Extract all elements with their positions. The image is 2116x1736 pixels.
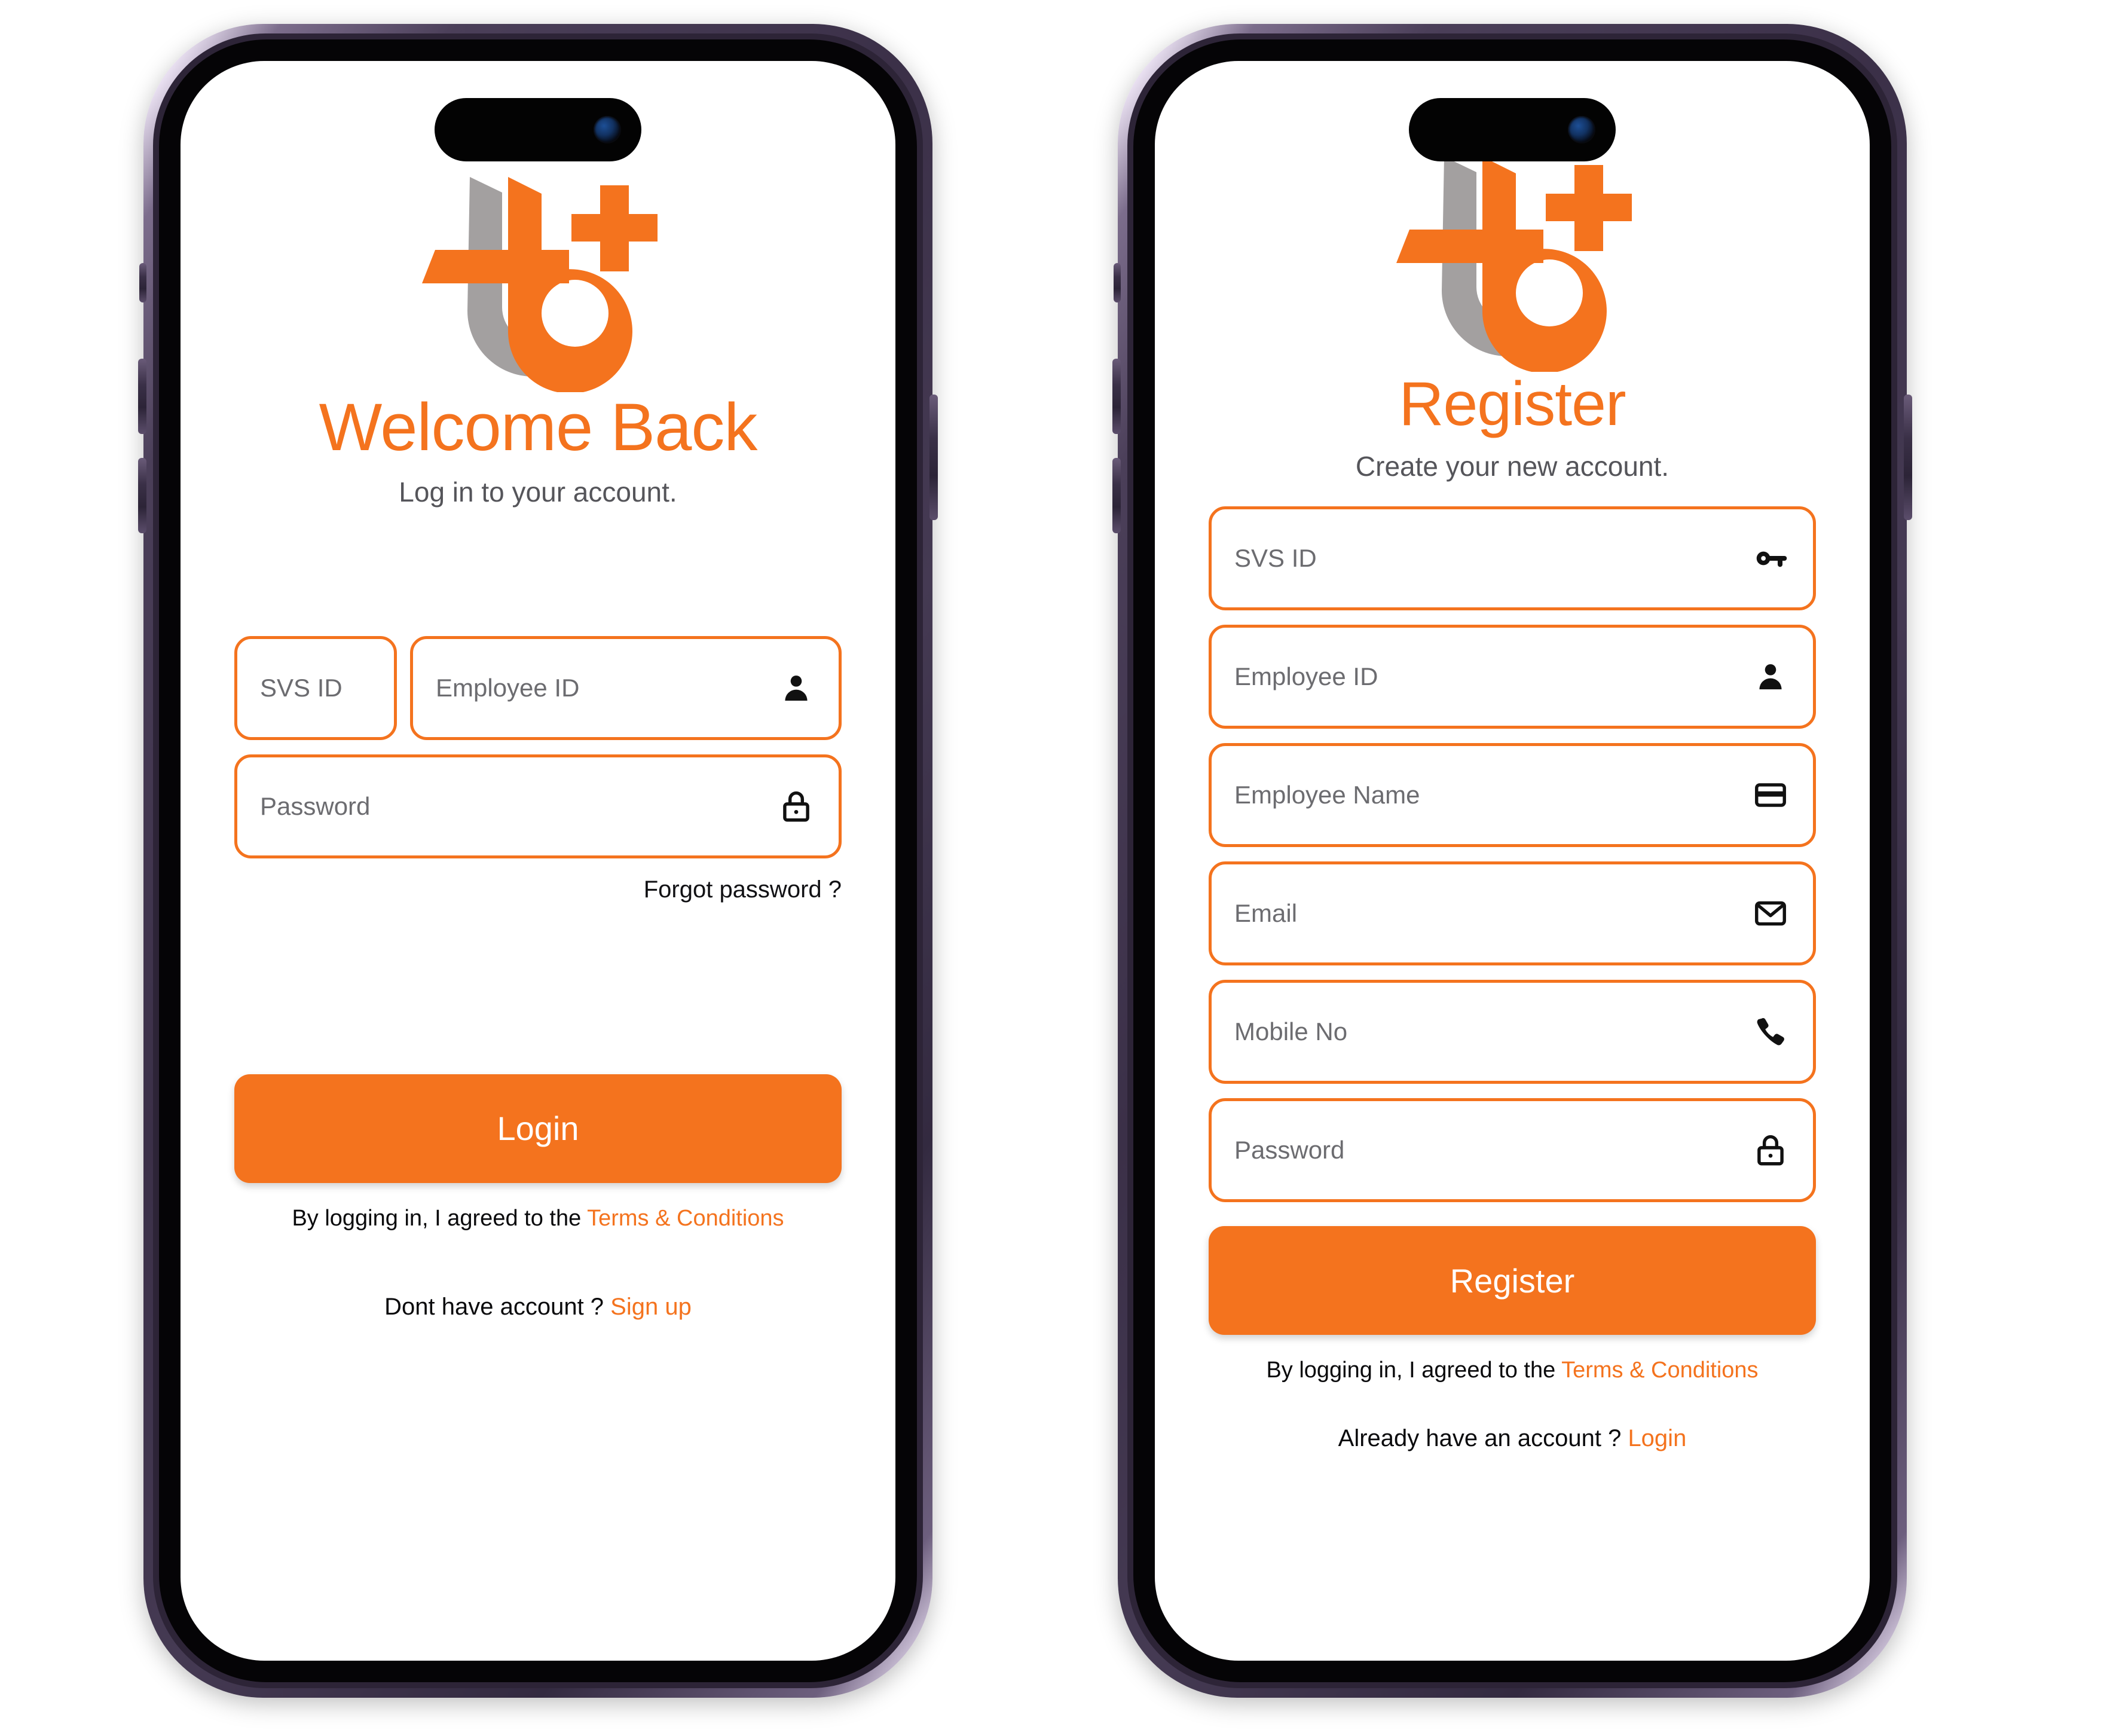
terms-prefix: By logging in, I agreed to the <box>292 1205 588 1231</box>
page-title: Welcome Back <box>319 390 758 464</box>
password-field[interactable]: Password <box>234 754 842 858</box>
tb-plus-logo <box>1396 157 1632 372</box>
password-placeholder: Password <box>260 791 371 820</box>
key-icon <box>1752 540 1789 577</box>
dynamic-island <box>435 98 641 161</box>
login-button[interactable]: Login <box>234 1074 842 1183</box>
silence-switch[interactable] <box>1114 263 1121 302</box>
login-prompt: Already have an account ? Login <box>1338 1425 1687 1452</box>
employee-id-field[interactable]: Employee ID <box>1209 625 1816 729</box>
email-placeholder: Email <box>1234 899 1298 928</box>
envelope-icon <box>1752 895 1789 932</box>
power-button[interactable] <box>929 395 938 520</box>
terms-and-conditions-link[interactable]: Terms & Conditions <box>1561 1358 1758 1383</box>
register-button[interactable]: Register <box>1209 1226 1816 1335</box>
email-field[interactable]: Email <box>1209 861 1816 966</box>
mobile-no-placeholder: Mobile No <box>1234 1017 1348 1046</box>
tb-plus-logo <box>422 177 658 392</box>
screenshot-canvas: Welcome Back Log in to your account. SVS… <box>0 0 2116 1736</box>
front-camera-icon <box>1568 116 1595 143</box>
signup-prompt: Dont have account ? Sign up <box>384 1294 692 1321</box>
page-title: Register <box>1399 369 1626 439</box>
svs-id-field[interactable]: SVS ID <box>1209 506 1816 611</box>
person-icon <box>1752 658 1789 695</box>
page-subtitle: Log in to your account. <box>399 476 677 508</box>
svs-id-placeholder: SVS ID <box>1234 544 1317 573</box>
employee-id-field[interactable]: Employee ID <box>410 635 842 740</box>
employee-id-placeholder: Employee ID <box>1234 662 1378 691</box>
volume-down-button[interactable] <box>138 458 146 533</box>
svs-id-placeholder: SVS ID <box>260 673 343 702</box>
silence-switch[interactable] <box>139 263 146 302</box>
employee-id-placeholder: Employee ID <box>436 673 580 702</box>
power-button[interactable] <box>1904 395 1912 520</box>
login-password-wrap: Password <box>234 754 842 858</box>
phone-mockup-register: Register Create your new account. SVS ID <box>1112 24 1912 1698</box>
volume-up-button[interactable] <box>1112 359 1121 434</box>
login-prompt-prefix: Already have an account ? <box>1338 1425 1628 1452</box>
mobile-no-field[interactable]: Mobile No <box>1209 980 1816 1084</box>
svs-id-field[interactable]: SVS ID <box>234 635 397 740</box>
dynamic-island <box>1409 98 1616 161</box>
sign-up-link[interactable]: Sign up <box>610 1294 692 1320</box>
volume-up-button[interactable] <box>138 359 146 434</box>
login-app-content: Welcome Back Log in to your account. SVS… <box>181 61 895 1661</box>
register-app-content: Register Create your new account. SVS ID <box>1155 61 1870 1661</box>
signup-prefix: Dont have account ? <box>384 1293 611 1320</box>
password-placeholder: Password <box>1234 1136 1345 1165</box>
phone-mockup-login: Welcome Back Log in to your account. SVS… <box>138 24 938 1698</box>
person-icon <box>778 670 815 707</box>
login-link[interactable]: Login <box>1628 1425 1686 1451</box>
terms-and-conditions-link[interactable]: Terms & Conditions <box>587 1206 784 1231</box>
forgot-password-link[interactable]: Forgot password ? <box>234 876 842 903</box>
card-icon <box>1752 777 1789 814</box>
page-subtitle: Create your new account. <box>1355 451 1669 482</box>
volume-down-button[interactable] <box>1112 458 1121 533</box>
password-field[interactable]: Password <box>1209 1098 1816 1203</box>
phone-icon <box>1752 1013 1789 1050</box>
employee-name-field[interactable]: Employee Name <box>1209 743 1816 848</box>
employee-name-placeholder: Employee Name <box>1234 781 1420 809</box>
terms-prefix: By logging in, I agreed to the <box>1266 1358 1562 1383</box>
phone-screen-login: Welcome Back Log in to your account. SVS… <box>181 61 895 1661</box>
front-camera-icon <box>594 116 621 143</box>
register-form: SVS ID Employee ID Employee Name Email M… <box>1209 506 1816 1203</box>
terms-consent-text: By logging in, I agreed to the Terms & C… <box>1266 1358 1758 1383</box>
lock-icon <box>1752 1132 1789 1169</box>
lock-icon <box>778 788 815 825</box>
login-id-row: SVS ID Employee ID <box>234 635 842 740</box>
terms-consent-text: By logging in, I agreed to the Terms & C… <box>292 1206 784 1231</box>
phone-screen-register: Register Create your new account. SVS ID <box>1155 61 1870 1661</box>
